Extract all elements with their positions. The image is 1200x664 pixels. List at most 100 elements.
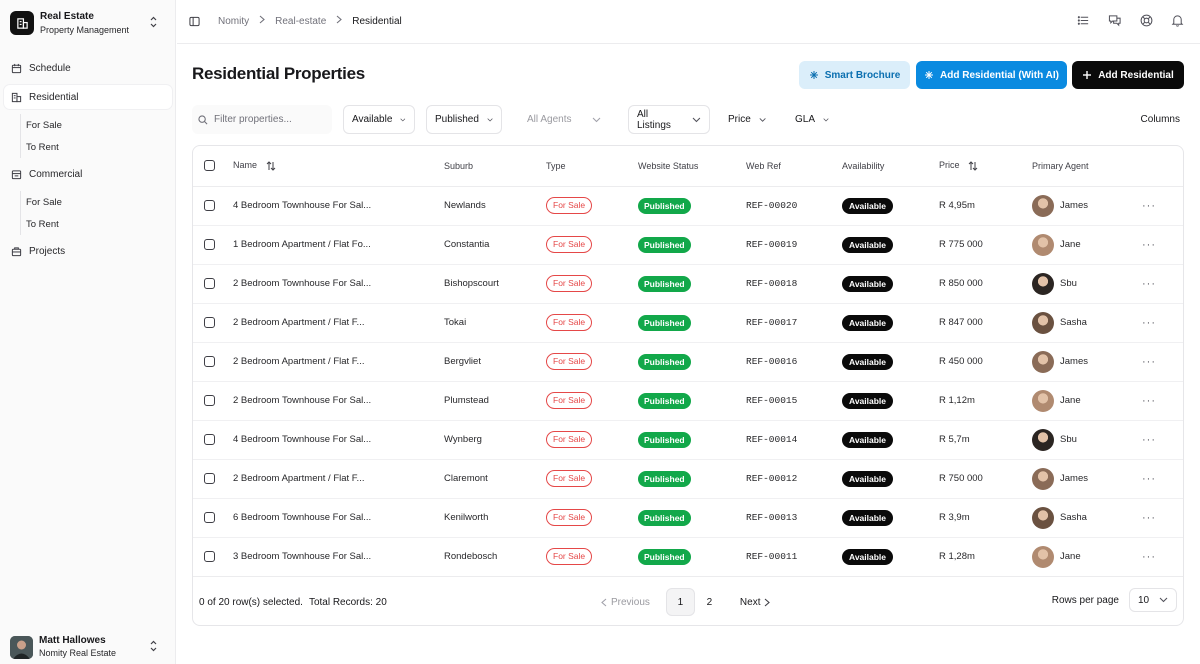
sidebar-subitem-commercial-to-rent[interactable]: To Rent [21,213,172,235]
row-actions-icon[interactable]: ··· [1142,473,1156,485]
row-checkbox[interactable] [204,199,215,211]
property-name[interactable]: 2 Bedroom Townhouse For Sal... [233,278,371,289]
page-button-1[interactable]: 1 [665,588,695,616]
sidebar-item-projects[interactable]: Projects [4,239,172,263]
column-header-price[interactable]: Price [939,146,1032,187]
table-row[interactable]: 4 Bedroom Townhouse For Sal... Wynberg For… [193,420,1183,460]
rows-per-page-select[interactable]: 10 [1129,588,1177,612]
chat-icon[interactable] [1108,14,1122,30]
row-checkbox[interactable] [204,394,215,406]
table-row[interactable]: 1 Bedroom Apartment / Flat Fo... Constant… [193,225,1183,265]
property-name[interactable]: 4 Bedroom Townhouse For Sal... [233,434,371,445]
row-actions-icon[interactable]: ··· [1142,512,1156,524]
property-name[interactable]: 2 Bedroom Townhouse For Sal... [233,395,371,406]
selection-summary: 0 of 20 row(s) selected. Total Records: 2… [199,597,387,608]
sidebar-subitem-residential-to-rent[interactable]: To Rent [21,136,172,158]
table-row[interactable]: 2 Bedroom Apartment / Flat F... Bergvliet… [193,342,1183,382]
gla-filter[interactable]: GLA [787,105,837,134]
add-residential-ai-button[interactable]: Add Residential (With AI) [916,61,1067,89]
web-ref: REF-00012 [746,473,798,484]
property-name[interactable]: 6 Bedroom Townhouse For Sal... [233,512,371,523]
row-actions-icon[interactable]: ··· [1142,395,1156,407]
property-name[interactable]: 3 Bedroom Townhouse For Sal... [233,551,371,562]
row-checkbox[interactable] [204,277,215,289]
web-ref: REF-00013 [746,512,798,523]
row-checkbox[interactable] [204,511,215,523]
table-row[interactable]: 2 Bedroom Townhouse For Sal... Plumstead F… [193,381,1183,421]
row-actions-icon[interactable]: ··· [1142,278,1156,290]
table-row[interactable]: 6 Bedroom Townhouse For Sal... Kenilworth… [193,498,1183,538]
select-all-checkbox[interactable] [204,160,215,172]
table-row[interactable]: 4 Bedroom Townhouse For Sal... Newlands Fo… [193,186,1183,226]
table-row[interactable]: 3 Bedroom Townhouse For Sal... Rondebosch… [193,537,1183,576]
row-checkbox[interactable] [204,551,215,563]
sidebar-subitem-commercial-for-sale[interactable]: For Sale [21,191,172,213]
suburb: Bergvliet [444,356,481,367]
property-name[interactable]: 2 Bedroom Apartment / Flat F... [233,356,364,367]
row-actions-icon[interactable]: ··· [1142,317,1156,329]
chevron-down-icon [1159,597,1168,603]
property-name[interactable]: 2 Bedroom Apartment / Flat F... [233,317,364,328]
property-name[interactable]: 2 Bedroom Apartment / Flat F... [233,473,364,484]
row-actions-icon[interactable]: ··· [1142,200,1156,212]
next-page-button[interactable]: Next [740,597,771,608]
availability-filter[interactable]: Available [343,105,415,134]
price-filter[interactable]: Price [720,105,774,134]
suburb: Plumstead [444,395,489,406]
support-icon[interactable] [1140,14,1153,30]
sort-icon [968,161,978,171]
sidebar-item-commercial[interactable]: Commercial [4,162,172,186]
status-badge: Published [638,314,691,331]
row-actions-icon[interactable]: ··· [1142,551,1156,563]
row-checkbox[interactable] [204,355,215,367]
commercial-submenu: For Sale To Rent [20,191,172,235]
user-name: Matt Hallowes [39,635,106,646]
status-badge: Published [638,197,691,214]
sidebar-item-schedule[interactable]: Schedule [4,56,172,80]
status-filter[interactable]: Published [426,105,502,134]
row-checkbox[interactable] [204,472,215,484]
smart-brochure-button[interactable]: Smart Brochure [799,61,910,89]
breadcrumb-item-real-estate[interactable]: Real-estate [275,16,326,27]
row-checkbox[interactable] [204,433,215,445]
sidebar-subitem-residential-for-sale[interactable]: For Sale [21,114,172,136]
page-button-2[interactable]: 2 [695,588,724,616]
row-actions-icon[interactable]: ··· [1142,239,1156,251]
web-ref: REF-00014 [746,434,798,445]
price: R 850 000 [939,278,983,289]
table-row[interactable]: 2 Bedroom Apartment / Flat F... Claremont… [193,459,1183,499]
columns-button[interactable]: Columns [1137,105,1184,134]
user-org: Nomity Real Estate [39,648,117,658]
plus-icon [1083,71,1092,79]
agents-filter[interactable]: All Agents [519,105,609,134]
sidebar-item-residential[interactable]: Residential [4,85,172,109]
availability-badge: Available [842,314,894,331]
bell-icon[interactable] [1171,14,1184,30]
type-badge: For Sale [546,548,593,566]
property-name[interactable]: 4 Bedroom Townhouse For Sal... [233,200,371,211]
row-checkbox[interactable] [204,238,215,250]
sidebar-toggle-icon[interactable] [189,16,200,27]
chevron-down-icon [592,117,601,122]
search-input[interactable] [214,114,324,125]
listings-filter[interactable]: All Listings [628,105,710,134]
row-actions-icon[interactable]: ··· [1142,434,1156,446]
previous-page-button[interactable]: Previous [601,597,650,608]
table-row[interactable]: 2 Bedroom Townhouse For Sal... Bishopscou… [193,264,1183,304]
suburb: Bishopscourt [444,278,499,289]
breadcrumb-item-nomity[interactable]: Nomity [218,16,249,27]
breadcrumb-item-residential: Residential [352,15,402,27]
column-header-name-label: Name [233,160,258,171]
chevron-down-icon [692,117,701,122]
property-name[interactable]: 1 Bedroom Apartment / Flat Fo... [233,239,371,250]
add-residential-button[interactable]: Add Residential [1072,61,1184,89]
web-ref: REF-00015 [746,395,798,406]
column-header-name[interactable]: Name [233,146,444,187]
list-icon[interactable] [1077,14,1090,30]
row-actions-icon[interactable]: ··· [1142,356,1156,368]
table-row[interactable]: 2 Bedroom Apartment / Flat F... Tokai For … [193,303,1183,343]
user-menu[interactable]: Matt Hallowes Nomity Real Estate [10,634,166,660]
row-checkbox[interactable] [204,316,215,328]
chevron-right-icon [336,15,343,27]
org-switcher[interactable]: Real Estate Property Management [10,10,166,36]
